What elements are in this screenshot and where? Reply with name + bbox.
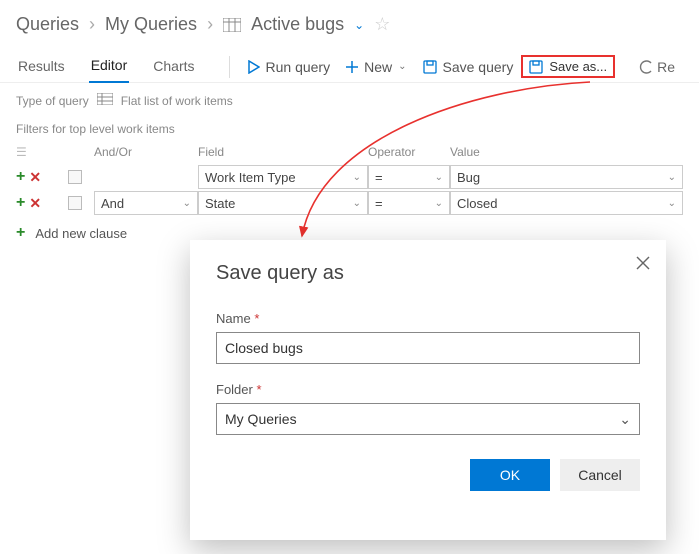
breadcrumb-leaf[interactable]: Active bugs (251, 14, 344, 35)
add-clause-icon[interactable]: + (16, 168, 29, 186)
chevron-down-icon: ⌄ (183, 198, 191, 209)
plus-icon: + (16, 224, 29, 242)
cancel-button[interactable]: Cancel (560, 459, 640, 491)
field-select[interactable]: Work Item Type⌄ (198, 165, 368, 189)
filters-heading: Filters for top level work items (0, 114, 699, 140)
new-button[interactable]: New ⌄ (338, 55, 414, 79)
operator-select[interactable]: =⌄ (368, 191, 450, 215)
new-label: New (364, 59, 392, 75)
folder-label: Folder * (216, 382, 640, 397)
row-checkbox[interactable] (68, 196, 82, 210)
save-query-button[interactable]: Save query (415, 55, 522, 79)
folder-select[interactable]: My Queries ⌄ (216, 403, 640, 435)
toolbar: Results Editor Charts Run query New ⌄ Sa… (0, 45, 699, 83)
save-as-label: Save as... (549, 59, 607, 74)
name-input[interactable] (216, 332, 640, 364)
undo-icon (639, 60, 653, 74)
query-type-value: Flat list of work items (121, 94, 233, 108)
query-type-row: Type of query Flat list of work items (0, 83, 699, 114)
tab-editor[interactable]: Editor (89, 51, 130, 83)
plus-icon (346, 61, 358, 73)
query-type-icon (223, 18, 241, 32)
query-type-label: Type of query (16, 94, 89, 108)
value-select[interactable]: Bug⌄ (450, 165, 683, 189)
favorite-star-icon[interactable]: ☆ (374, 14, 390, 35)
chevron-down-icon: ⌄ (619, 411, 631, 428)
breadcrumb-root[interactable]: Queries (16, 14, 79, 35)
remove-clause-icon[interactable]: ✕ (29, 169, 41, 186)
save-as-button[interactable]: Save as... (521, 55, 615, 78)
run-query-label: Run query (266, 59, 331, 75)
dialog-title: Save query as (216, 262, 640, 285)
revert-button[interactable]: Re (631, 55, 683, 79)
run-query-button[interactable]: Run query (240, 55, 339, 79)
chevron-down-icon: ⌄ (435, 172, 443, 183)
play-icon (248, 60, 260, 74)
header-value: Value (450, 140, 683, 164)
name-label: Name * (216, 311, 640, 326)
operator-select[interactable]: =⌄ (368, 165, 450, 189)
add-clause-icon[interactable]: + (16, 194, 29, 212)
header-check (68, 140, 94, 164)
chevron-down-icon: ⌄ (435, 198, 443, 209)
chevron-down-icon: ⌄ (668, 172, 676, 183)
breadcrumb-dropdown-icon[interactable]: ⌄ (354, 18, 364, 32)
header-operator: Operator (368, 140, 450, 164)
chevron-down-icon: ⌄ (353, 172, 361, 183)
clause-row: + ✕ Work Item Type⌄ =⌄ Bug⌄ (16, 164, 683, 190)
clause-grid: ☰ And/Or Field Operator Value + ✕ Work I… (0, 140, 699, 216)
save-label: Save query (443, 59, 514, 75)
clause-grid-header: ☰ And/Or Field Operator Value (16, 140, 683, 164)
tab-charts[interactable]: Charts (151, 52, 196, 82)
chevron-down-icon: ⌄ (353, 198, 361, 209)
save-icon (423, 60, 437, 74)
chevron-down-icon: ⌄ (398, 61, 406, 72)
revert-label: Re (657, 59, 675, 75)
ok-button[interactable]: OK (470, 459, 550, 491)
breadcrumb-sep: › (207, 14, 213, 35)
breadcrumb-mid[interactable]: My Queries (105, 14, 197, 35)
andor-cell (94, 164, 198, 190)
header-field: Field (198, 140, 368, 164)
chevron-down-icon: ⌄ (668, 198, 676, 209)
close-icon[interactable] (636, 256, 650, 273)
row-checkbox[interactable] (68, 170, 82, 184)
clause-row: + ✕ And⌄ State⌄ =⌄ Closed⌄ (16, 190, 683, 216)
remove-clause-icon[interactable]: ✕ (29, 195, 41, 212)
save-as-dialog: Save query as Name * Folder * My Queries… (190, 240, 666, 540)
header-andor: And/Or (94, 140, 198, 164)
header-actions: ☰ (16, 140, 68, 164)
dialog-buttons: OK Cancel (216, 459, 640, 491)
add-new-clause-label: Add new clause (35, 226, 127, 241)
breadcrumb-sep: › (89, 14, 95, 35)
tab-results[interactable]: Results (16, 52, 67, 82)
save-as-icon (529, 60, 543, 74)
breadcrumb: Queries › My Queries › Active bugs ⌄ ☆ (0, 0, 699, 45)
divider (229, 56, 230, 78)
field-select[interactable]: State⌄ (198, 191, 368, 215)
andor-select[interactable]: And⌄ (94, 191, 198, 215)
value-select[interactable]: Closed⌄ (450, 191, 683, 215)
checklist-icon[interactable]: ☰ (16, 145, 27, 159)
flat-list-icon[interactable] (97, 93, 113, 108)
